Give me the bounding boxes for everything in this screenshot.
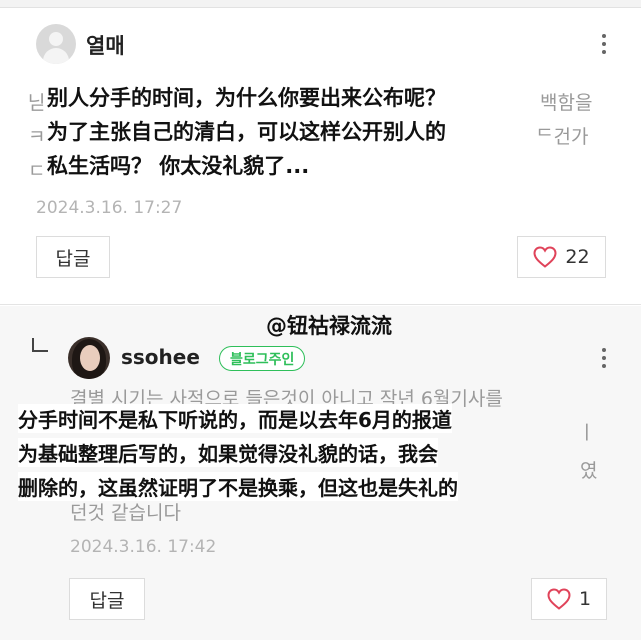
translation-caption-line: 别人分手的时间，为什么你要出来公布呢？ [47,82,446,112]
translation-caption-line: 私生活吗？ 你太没礼貌了... [47,150,310,180]
watermark-text: @钮祜禄流流 [266,314,392,338]
heart-outline-icon [533,246,557,268]
translation-caption-line: 为了主张自己的清白，可以这样公开别人的 [47,116,446,146]
comment-author-name[interactable]: 열매 [86,30,125,60]
more-vertical-icon[interactable] [600,346,608,370]
profile-placeholder-icon[interactable] [36,24,76,64]
comment-author-name[interactable]: ssohee [121,345,200,369]
author-avatar[interactable] [68,337,110,379]
translation-caption-line: 为基础整理后写的，如果觉得没礼貌的话，我会 [18,438,438,467]
like-button[interactable]: 1 [531,578,607,620]
comment-timestamp: 2024.3.16. 17:27 [36,198,183,218]
original-text-fragment: 닏 [28,92,46,114]
reply-button[interactable]: 답글 [69,578,145,620]
more-vertical-icon[interactable] [600,32,608,56]
original-text-fragment: 백함을 [540,92,593,114]
heart-outline-icon [547,588,571,610]
reply-arrow-icon [32,338,48,352]
like-button[interactable]: 22 [517,236,606,278]
original-text-line: 던것 같습니다 [70,502,181,524]
original-text-fragment: ㅣ [578,422,596,444]
translation-caption-line: 分手时间不是私下听说的，而是以去年6月的报道 [18,404,452,433]
top-divider [0,0,641,8]
translation-caption-line: 删除的，这虽然证明了不是换乘，但这也是失礼的 [18,472,458,501]
reply-button[interactable]: 답글 [36,236,110,278]
original-text-fragment: 였 [580,460,598,482]
original-text-fragment: ㅋ [28,126,46,148]
original-text-fragment: ᄃ건가 [536,126,589,148]
blog-owner-badge: 블로그주인 [219,346,306,371]
comment-timestamp: 2024.3.16. 17:42 [70,537,217,557]
like-count: 1 [578,588,592,610]
original-text-fragment: ㄷ [28,160,46,182]
like-count: 22 [565,246,590,268]
